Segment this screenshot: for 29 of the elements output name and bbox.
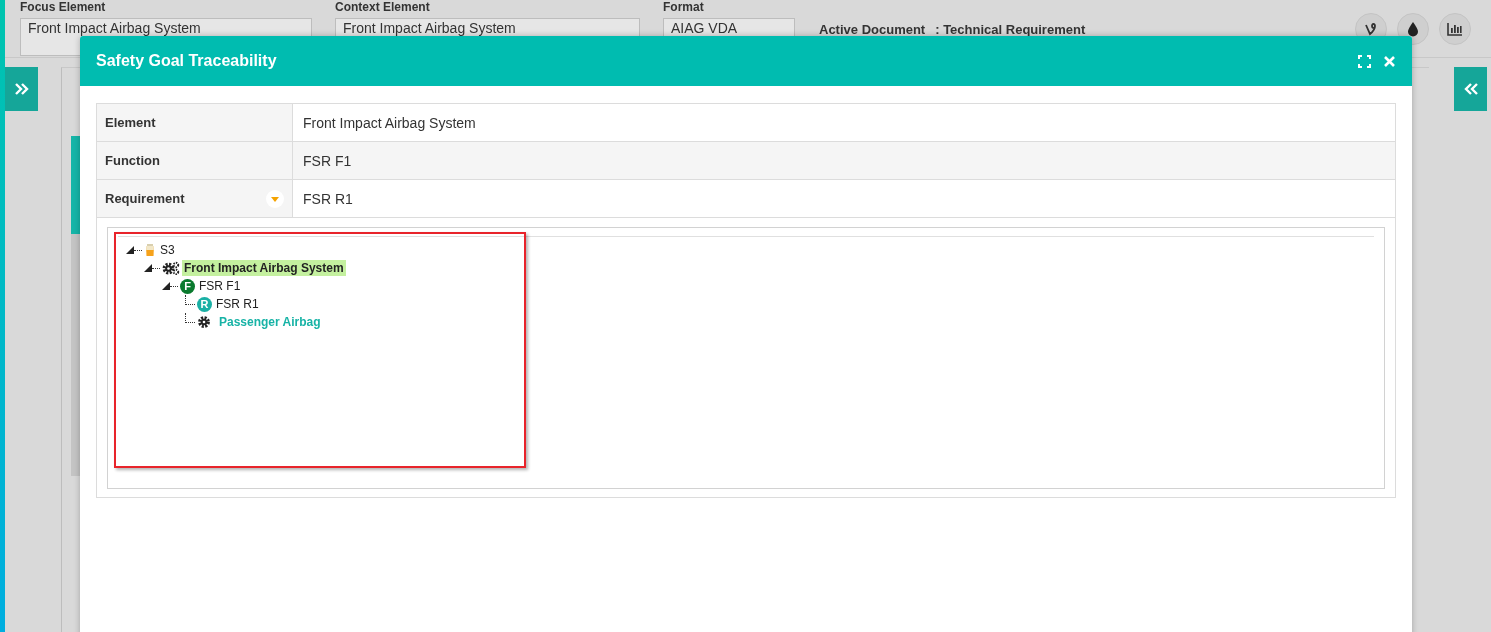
field-label: Focus Element <box>20 0 107 16</box>
property-value: Front Impact Airbag System <box>303 114 476 131</box>
requirement-badge: R <box>197 296 212 312</box>
property-label: Function <box>105 153 160 168</box>
tree-node-label[interactable]: FSR F1 <box>197 278 243 294</box>
chevrons-right-icon <box>14 83 29 95</box>
collapse-toggle-icon[interactable] <box>126 246 134 254</box>
property-value: FSR R1 <box>303 190 353 207</box>
tree-node-label[interactable]: Front Impact Airbag System <box>182 260 346 276</box>
active-document-value: : Technical Requirement <box>935 21 1086 37</box>
jar-icon <box>144 243 156 257</box>
dialog-title: Safety Goal Traceability <box>96 52 277 70</box>
tree-node-label[interactable]: S3 <box>158 242 177 258</box>
gear-icon <box>197 315 211 329</box>
active-document-label: Active Document <box>819 21 926 37</box>
collapse-toggle-icon[interactable] <box>144 264 152 272</box>
chevrons-left-icon <box>1463 83 1478 95</box>
function-badge: F <box>180 278 195 294</box>
collapse-panel-button[interactable] <box>1454 67 1487 111</box>
property-value: FSR F1 <box>303 152 352 169</box>
bar-chart-icon[interactable] <box>1439 12 1471 45</box>
tree-node-label[interactable]: FSR R1 <box>214 296 261 312</box>
collapse-toggle-icon[interactable] <box>162 282 170 290</box>
field-label: Format <box>663 0 705 16</box>
gears-icon <box>162 261 180 275</box>
expand-panel-button[interactable] <box>5 67 38 111</box>
property-label: Requirement <box>105 191 185 206</box>
field-label: Context Element <box>335 0 431 16</box>
property-label: Element <box>105 115 156 130</box>
